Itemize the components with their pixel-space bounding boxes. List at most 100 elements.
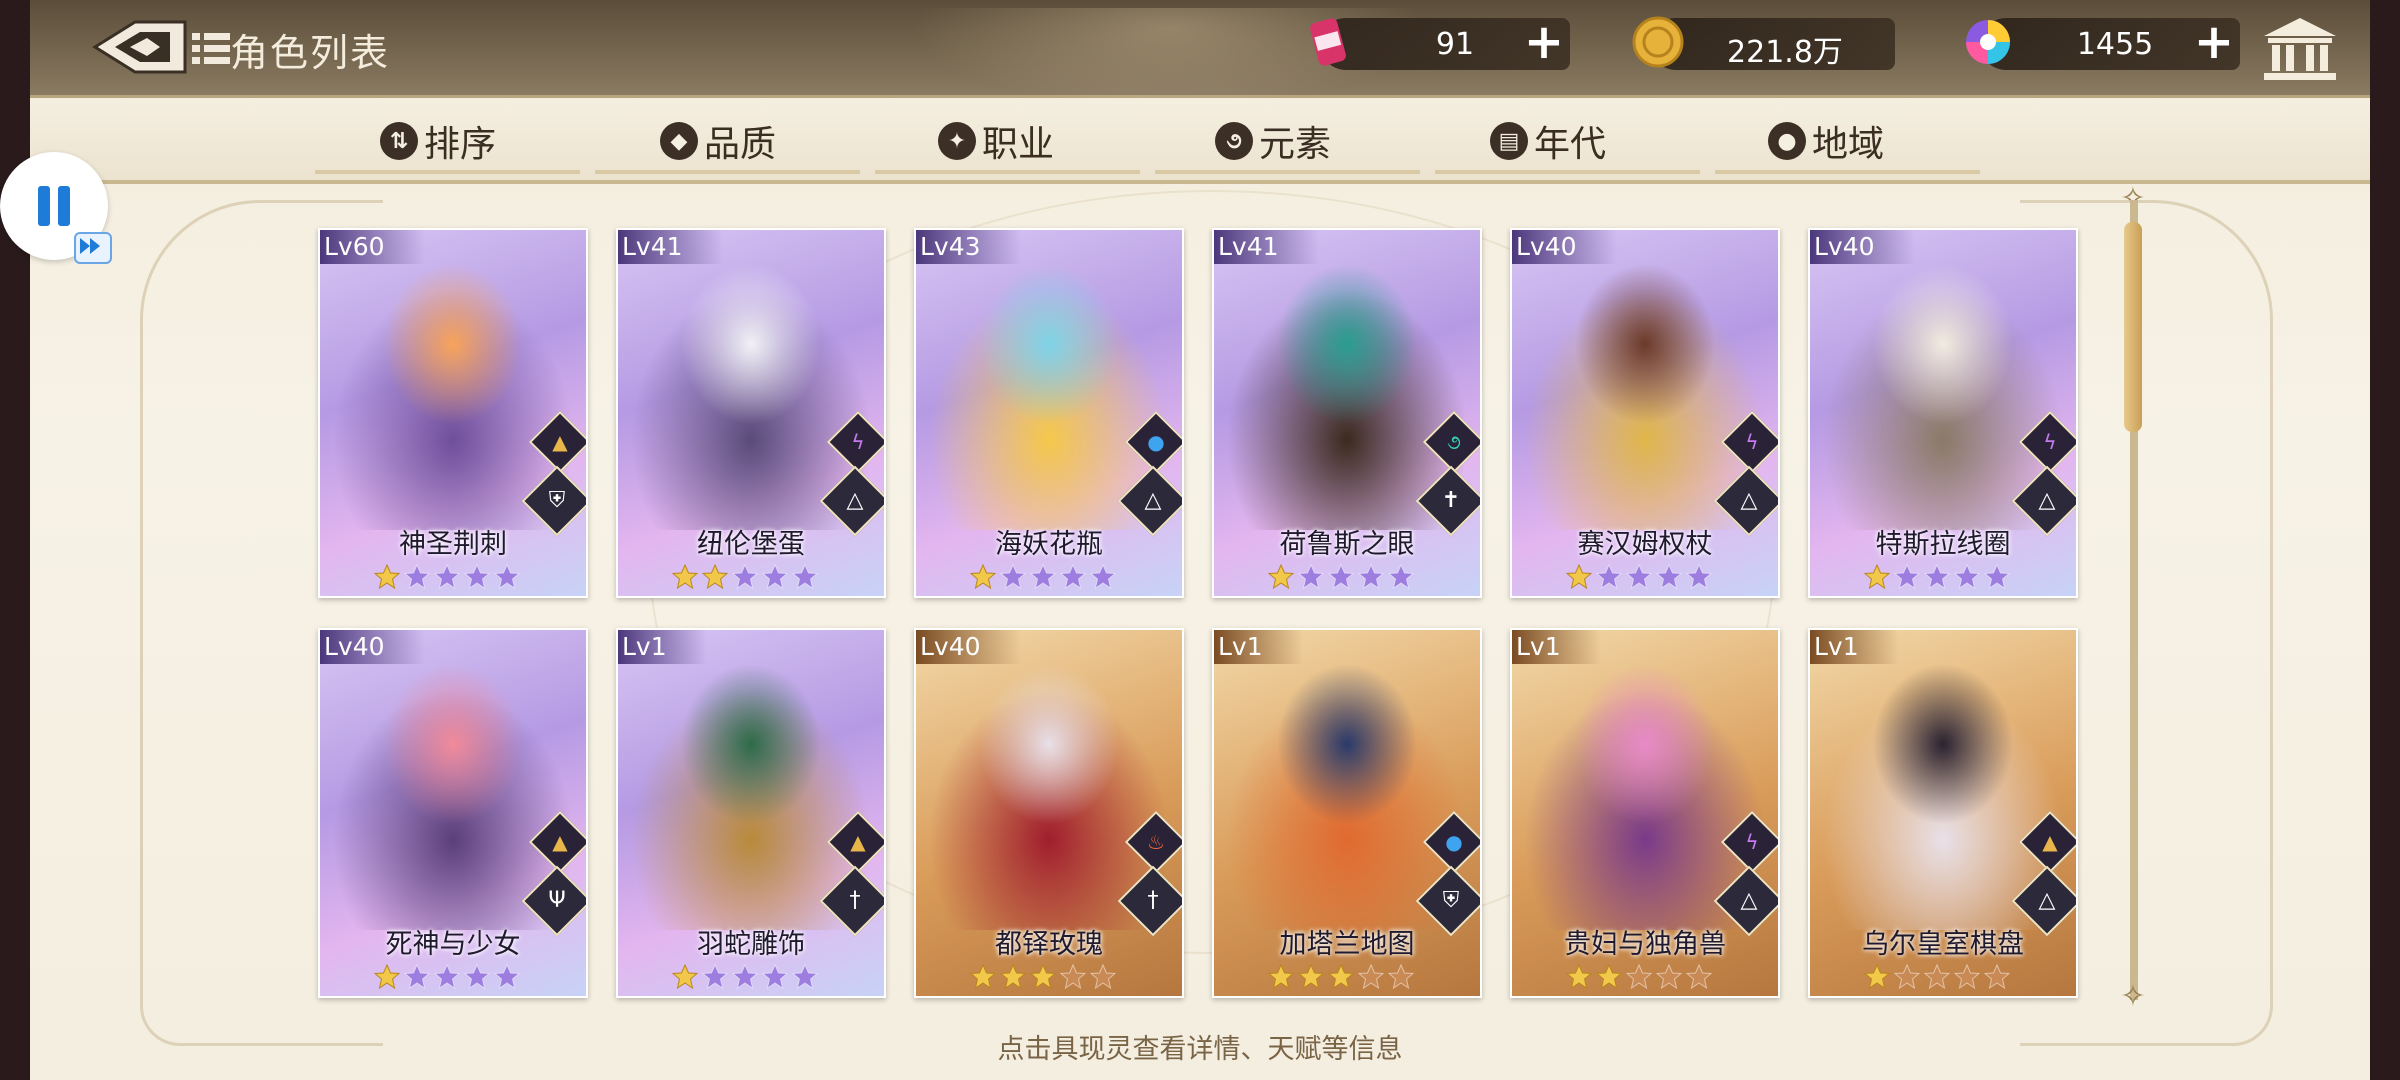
star-filled-icon: [1298, 964, 1324, 990]
character-name: 纽伦堡蛋: [697, 529, 805, 560]
star-empty-icon: [434, 964, 460, 990]
tab-divider: [1715, 170, 1980, 174]
class-icon: ✦: [938, 122, 976, 160]
museum-icon[interactable]: [2262, 16, 2338, 82]
star-filled-icon: [1864, 964, 1890, 990]
star-empty-icon: [1656, 964, 1682, 990]
star-empty-icon: [1954, 964, 1980, 990]
level-badge: Lv40: [1810, 230, 1915, 264]
star-rating: [1268, 564, 1414, 590]
level-badge: Lv1: [1214, 630, 1303, 664]
star-rating: [1566, 564, 1712, 590]
star-empty-icon: [1626, 964, 1652, 990]
star-empty-icon: [1060, 564, 1086, 590]
gem-add-button[interactable]: +: [2192, 18, 2236, 66]
star-empty-icon: [1358, 564, 1384, 590]
star-empty-icon: [494, 964, 520, 990]
tab-label: 品质: [704, 124, 777, 165]
star-empty-icon: [1388, 564, 1414, 590]
level-badge: Lv1: [1810, 630, 1899, 664]
star-empty-icon: [1686, 564, 1712, 590]
tab-era[interactable]: ▤ 年代: [1490, 118, 1607, 165]
gold-value: 221.8万: [1727, 35, 1843, 70]
character-card[interactable]: Lv1 ▲ † 羽蛇雕饰: [616, 628, 886, 998]
level-badge: Lv41: [618, 230, 723, 264]
tab-label: 排序: [424, 124, 497, 165]
star-empty-icon: [762, 964, 788, 990]
energy-add-button[interactable]: +: [1522, 18, 1566, 66]
tab-region[interactable]: ● 地域: [1768, 118, 1884, 165]
character-card[interactable]: Lv41 ૭ ✝ 荷鲁斯之眼: [1212, 228, 1482, 598]
page-title: 角色列表: [230, 31, 391, 75]
star-empty-icon: [1924, 964, 1950, 990]
star-filled-icon: [970, 564, 996, 590]
star-empty-icon: [792, 564, 818, 590]
star-filled-icon: [374, 964, 400, 990]
star-filled-icon: [1328, 964, 1354, 990]
scrollbar-thumb[interactable]: [2124, 222, 2142, 432]
star-empty-icon: [1298, 564, 1324, 590]
star-rating: [374, 564, 520, 590]
tab-divider: [315, 170, 580, 174]
tab-sort[interactable]: ⇅ 排序: [380, 118, 497, 165]
level-badge: Lv1: [618, 630, 707, 664]
tab-element[interactable]: ૭ 元素: [1215, 118, 1331, 165]
back-button[interactable]: [85, 14, 205, 80]
character-card[interactable]: Lv1 ▲ △ 乌尔皇室棋盘: [1808, 628, 2078, 998]
star-filled-icon: [1864, 564, 1890, 590]
level-badge: Lv60: [320, 230, 425, 264]
character-name: 羽蛇雕饰: [697, 929, 805, 960]
tab-class[interactable]: ✦ 职业: [938, 118, 1055, 165]
character-card[interactable]: Lv40 ♨ † 都铎玫瑰: [914, 628, 1184, 998]
character-name: 神圣荆刺: [399, 529, 507, 560]
character-card[interactable]: Lv41 ϟ △ 纽伦堡蛋: [616, 228, 886, 598]
tab-divider: [875, 170, 1140, 174]
fast-forward-button[interactable]: [74, 232, 112, 264]
tab-label: 职业: [982, 124, 1055, 165]
star-empty-icon: [1954, 564, 1980, 590]
character-card[interactable]: Lv1 ● ⛨ 加塔兰地图: [1212, 628, 1482, 998]
star-rating: [1268, 964, 1414, 990]
character-card[interactable]: Lv43 ● △ 海妖花瓶: [914, 228, 1184, 598]
star-empty-icon: [1030, 564, 1056, 590]
character-card[interactable]: Lv1 ϟ △ 贵妇与独角兽: [1510, 628, 1780, 998]
quality-icon: ◆: [660, 122, 698, 160]
element-icon: ૭: [1215, 122, 1253, 160]
star-rating: [1566, 964, 1712, 990]
tab-label: 年代: [1534, 124, 1607, 165]
star-empty-icon: [1090, 964, 1116, 990]
star-empty-icon: [464, 564, 490, 590]
star-empty-icon: [762, 564, 788, 590]
star-empty-icon: [1984, 564, 2010, 590]
star-empty-icon: [1328, 564, 1354, 590]
character-name: 赛汉姆权杖: [1577, 529, 1713, 560]
star-empty-icon: [1894, 564, 1920, 590]
level-badge: Lv1: [1512, 630, 1601, 664]
character-card[interactable]: Lv60 ▲ ⛨ 神圣荆刺: [318, 228, 588, 598]
sort-icon: ⇅: [380, 122, 418, 160]
tab-divider: [1435, 170, 1700, 174]
star-empty-icon: [1000, 564, 1026, 590]
star-empty-icon: [1596, 564, 1622, 590]
star-empty-icon: [494, 564, 520, 590]
rainbow-gem-icon: [1966, 20, 2010, 64]
character-name: 贵妇与独角兽: [1564, 929, 1726, 960]
gem-resource: 1455 +: [1966, 18, 2240, 70]
character-card[interactable]: Lv40 ϟ △ 赛汉姆权杖: [1510, 228, 1780, 598]
star-empty-icon: [464, 964, 490, 990]
star-filled-icon: [1030, 964, 1056, 990]
character-name: 死神与少女: [385, 929, 521, 960]
star-filled-icon: [1268, 964, 1294, 990]
star-filled-icon: [702, 564, 728, 590]
tab-quality[interactable]: ◆ 品质: [660, 118, 777, 165]
character-card[interactable]: Lv40 ϟ △ 特斯拉线圈: [1808, 228, 2078, 598]
star-empty-icon: [1894, 964, 1920, 990]
star-filled-icon: [672, 564, 698, 590]
energy-value: 91: [1435, 27, 1475, 62]
region-icon: ●: [1768, 122, 1806, 160]
pause-icon-bar: [58, 186, 70, 226]
level-badge: Lv40: [320, 630, 425, 664]
star-empty-icon: [702, 964, 728, 990]
character-card[interactable]: Lv40 ▲ Ψ 死神与少女: [318, 628, 588, 998]
star-filled-icon: [970, 964, 996, 990]
